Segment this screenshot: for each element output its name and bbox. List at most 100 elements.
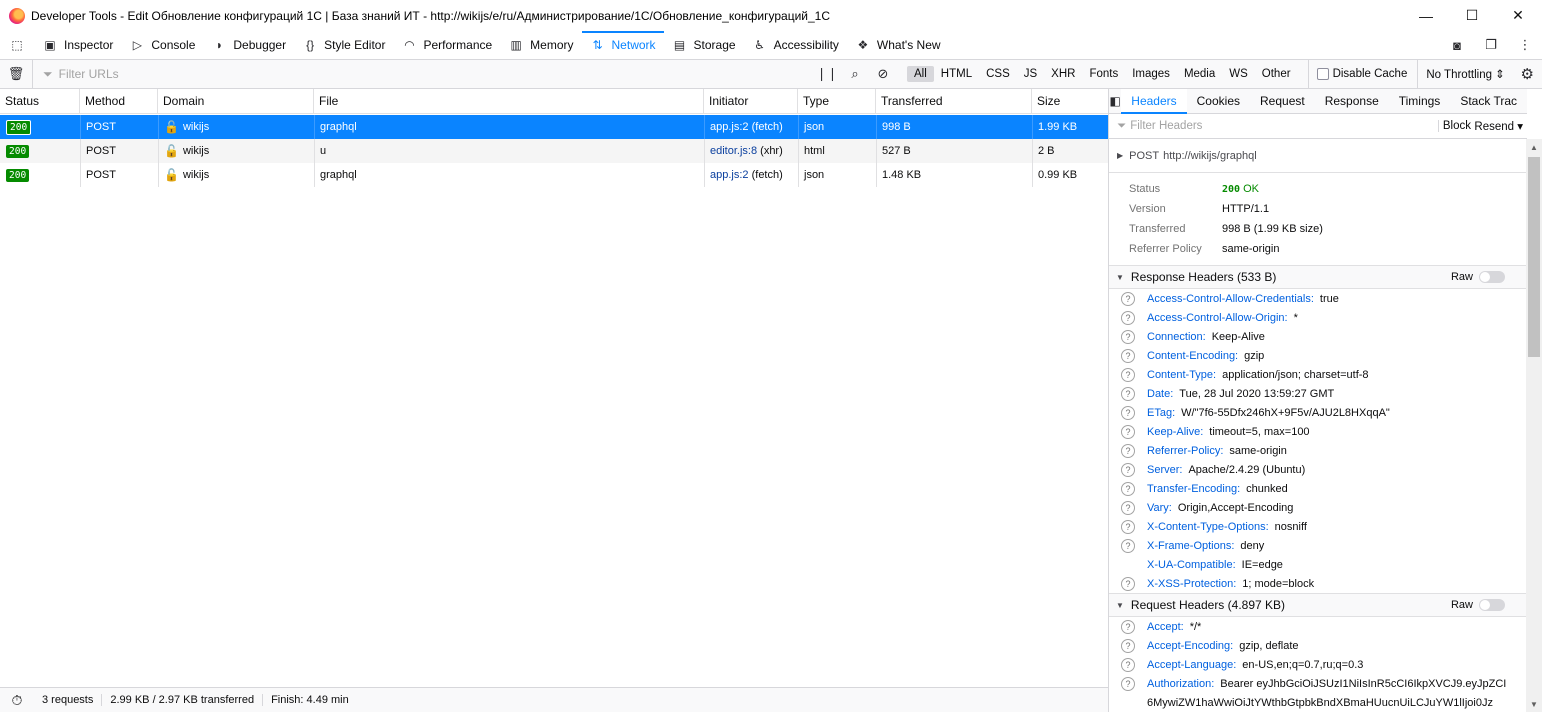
header-row[interactable]: ? X-XSS-Protection: 1; mode=block (1109, 574, 1527, 593)
filter-css[interactable]: CSS (979, 66, 1017, 82)
header-row[interactable]: ? Connection: Keep-Alive (1109, 327, 1527, 346)
help-question-icon[interactable]: ? (1121, 657, 1135, 672)
column-method[interactable]: Method (80, 89, 158, 114)
dock-icon[interactable]: ❐ (1474, 37, 1508, 53)
column-initiator[interactable]: Initiator (704, 89, 798, 114)
filter-media[interactable]: Media (1177, 66, 1222, 82)
header-row[interactable]: ? Access-Control-Allow-Origin: * (1109, 308, 1527, 327)
raw-switch[interactable] (1479, 271, 1505, 283)
help-question-icon[interactable]: ? (1121, 676, 1135, 691)
tab-storage[interactable]: ▤ Storage (664, 31, 744, 59)
details-tab-request[interactable]: Request (1250, 89, 1315, 113)
header-row[interactable]: ? Accept-Encoding: gzip, deflate (1109, 636, 1527, 655)
header-row[interactable]: ? X-Content-Type-Options: nosniff (1109, 517, 1527, 536)
help-question-icon[interactable]: ? (1121, 386, 1135, 401)
header-row[interactable]: ? Accept-Language: en-US,en;q=0.7,ru;q=0.3 (1109, 655, 1527, 674)
details-tab-stack-trace[interactable]: Stack Trac (1450, 89, 1527, 113)
help-question-icon[interactable]: ? (1121, 329, 1135, 344)
block-button[interactable]: Block (1437, 120, 1471, 132)
details-tab-headers[interactable]: Headers (1121, 89, 1188, 114)
help-question-icon[interactable]: ? (1121, 500, 1135, 515)
header-row[interactable]: ? Authorization: Bearer eyJhbGciOiJSUzI1Ni… (1109, 674, 1527, 693)
table-row[interactable]: 200 POST 🔓 wikijs graphql app.js:2 (fetch… (0, 163, 1108, 187)
header-row[interactable]: ? Content-Encoding: gzip (1109, 346, 1527, 365)
initiator-link[interactable]: app.js:2 (710, 169, 749, 181)
filter-all[interactable]: All (907, 66, 934, 82)
tab-whats-new[interactable]: ❖ What's New (847, 31, 949, 59)
header-row[interactable]: ? Accept: */* (1109, 617, 1527, 636)
filter-headers-input[interactable]: ⏷ Filter Headers Block Resend ▾ (1109, 114, 1527, 139)
filter-ws[interactable]: WS (1222, 66, 1255, 82)
request-headers-section[interactable]: ▼ Request Headers (4.897 KB) Raw (1109, 593, 1527, 617)
header-row[interactable]: ? Transfer-Encoding: chunked (1109, 479, 1527, 498)
column-type[interactable]: Type (798, 89, 876, 114)
request-url-summary[interactable]: ▶ POST http://wikijs/graphql (1109, 139, 1527, 173)
filter-fonts[interactable]: Fonts (1082, 66, 1125, 82)
help-question-icon[interactable]: ? (1121, 519, 1135, 534)
filter-other[interactable]: Other (1255, 66, 1298, 82)
clear-log-button[interactable]: 🗑 (0, 60, 33, 88)
column-file[interactable]: File (314, 89, 704, 114)
tab-debugger[interactable]: ◗ Debugger (203, 31, 294, 59)
search-icon[interactable]: ⌕ (841, 66, 869, 82)
header-row[interactable]: ? ETag: W/"7f6-55Dfx246hX+9F5v/AJU2L8HXqqA… (1109, 403, 1527, 422)
help-question-icon[interactable]: ? (1121, 367, 1135, 382)
raw-switch[interactable] (1479, 599, 1505, 611)
help-question-icon[interactable]: ? (1121, 443, 1135, 458)
tab-accessibility[interactable]: ♿ Accessibility (744, 31, 847, 59)
raw-toggle[interactable]: Raw (1451, 599, 1505, 611)
minimize-button[interactable]: — (1403, 0, 1449, 31)
column-size[interactable]: Size (1032, 89, 1108, 114)
column-transferred[interactable]: Transferred (876, 89, 1032, 114)
more-options-icon[interactable]: ⋮ (1508, 37, 1542, 53)
header-row[interactable]: ? Keep-Alive: timeout=5, max=100 (1109, 422, 1527, 441)
throttling-select[interactable]: No Throttling ⇕ (1417, 60, 1517, 88)
toggle-panel-icon[interactable]: ◧ (1109, 89, 1121, 113)
disable-cache-checkbox[interactable] (1316, 68, 1329, 80)
resend-button[interactable]: Resend ▾ (1474, 119, 1523, 133)
filter-images[interactable]: Images (1125, 66, 1177, 82)
header-row[interactable]: ? Content-Type: application/json; charset=… (1109, 365, 1527, 384)
filter-xhr[interactable]: XHR (1044, 66, 1082, 82)
scroll-up-icon[interactable]: ▲ (1526, 139, 1542, 155)
header-row[interactable]: ? Vary: Origin,Accept-Encoding (1109, 498, 1527, 517)
details-tab-cookies[interactable]: Cookies (1187, 89, 1250, 113)
close-window-button[interactable]: ✕ (1495, 0, 1541, 31)
help-question-icon[interactable]: ? (1121, 638, 1135, 653)
tab-memory[interactable]: ▥ Memory (500, 31, 581, 59)
details-scrollbar[interactable]: ▲ ▼ (1526, 139, 1542, 712)
table-row[interactable]: 200 POST 🔓 wikijs u editor.js:8 (xhr) htm… (0, 139, 1108, 163)
scroll-down-icon[interactable]: ▼ (1526, 696, 1542, 712)
scrollbar-thumb[interactable] (1528, 157, 1540, 357)
tab-network[interactable]: ⇅ Network (581, 31, 664, 59)
pause-icon[interactable]: ❘❘ (813, 66, 841, 82)
tab-inspector[interactable]: ▣ Inspector (34, 31, 121, 59)
tab-performance[interactable]: ◠ Performance (393, 31, 500, 59)
raw-toggle[interactable]: Raw (1451, 271, 1505, 283)
header-row[interactable]: ? Referrer-Policy: same-origin (1109, 441, 1527, 460)
header-row[interactable]: ? Date: Tue, 28 Jul 2020 13:59:27 GMT (1109, 384, 1527, 403)
tab-console[interactable]: ▷ Console (121, 31, 203, 59)
header-row[interactable]: ? Access-Control-Allow-Credentials: true (1109, 289, 1527, 308)
help-question-icon[interactable]: ? (1121, 424, 1135, 439)
filter-js[interactable]: JS (1017, 66, 1044, 82)
header-row[interactable]: ? X-Frame-Options: deny (1109, 536, 1527, 555)
initiator-link[interactable]: app.js:2 (710, 121, 749, 133)
header-row[interactable]: ? Server: Apache/2.4.29 (Ubuntu) (1109, 460, 1527, 479)
help-question-icon[interactable]: ? (1121, 481, 1135, 496)
response-headers-section[interactable]: ▼ Response Headers (533 B) Raw (1109, 265, 1527, 289)
help-question-icon[interactable]: ? (1121, 291, 1135, 306)
help-question-icon[interactable]: ? (1121, 405, 1135, 420)
settings-gear-icon[interactable]: ⚙ (1521, 65, 1534, 83)
help-question-icon[interactable]: ? (1121, 310, 1135, 325)
column-domain[interactable]: Domain (158, 89, 314, 114)
tab-style-editor[interactable]: {} Style Editor (294, 31, 393, 59)
element-picker-button[interactable]: ⬚ (0, 31, 34, 59)
help-question-icon[interactable]: ? (1121, 462, 1135, 477)
column-status[interactable]: Status (0, 89, 80, 114)
maximize-button[interactable]: ☐ (1449, 0, 1495, 31)
table-row[interactable]: 200 POST 🔓 wikijs graphql app.js:2 (fetch… (0, 115, 1108, 139)
disable-cache-toggle[interactable]: Disable Cache (1307, 60, 1407, 88)
help-question-icon[interactable]: ? (1121, 348, 1135, 363)
help-question-icon[interactable]: ? (1121, 619, 1135, 634)
